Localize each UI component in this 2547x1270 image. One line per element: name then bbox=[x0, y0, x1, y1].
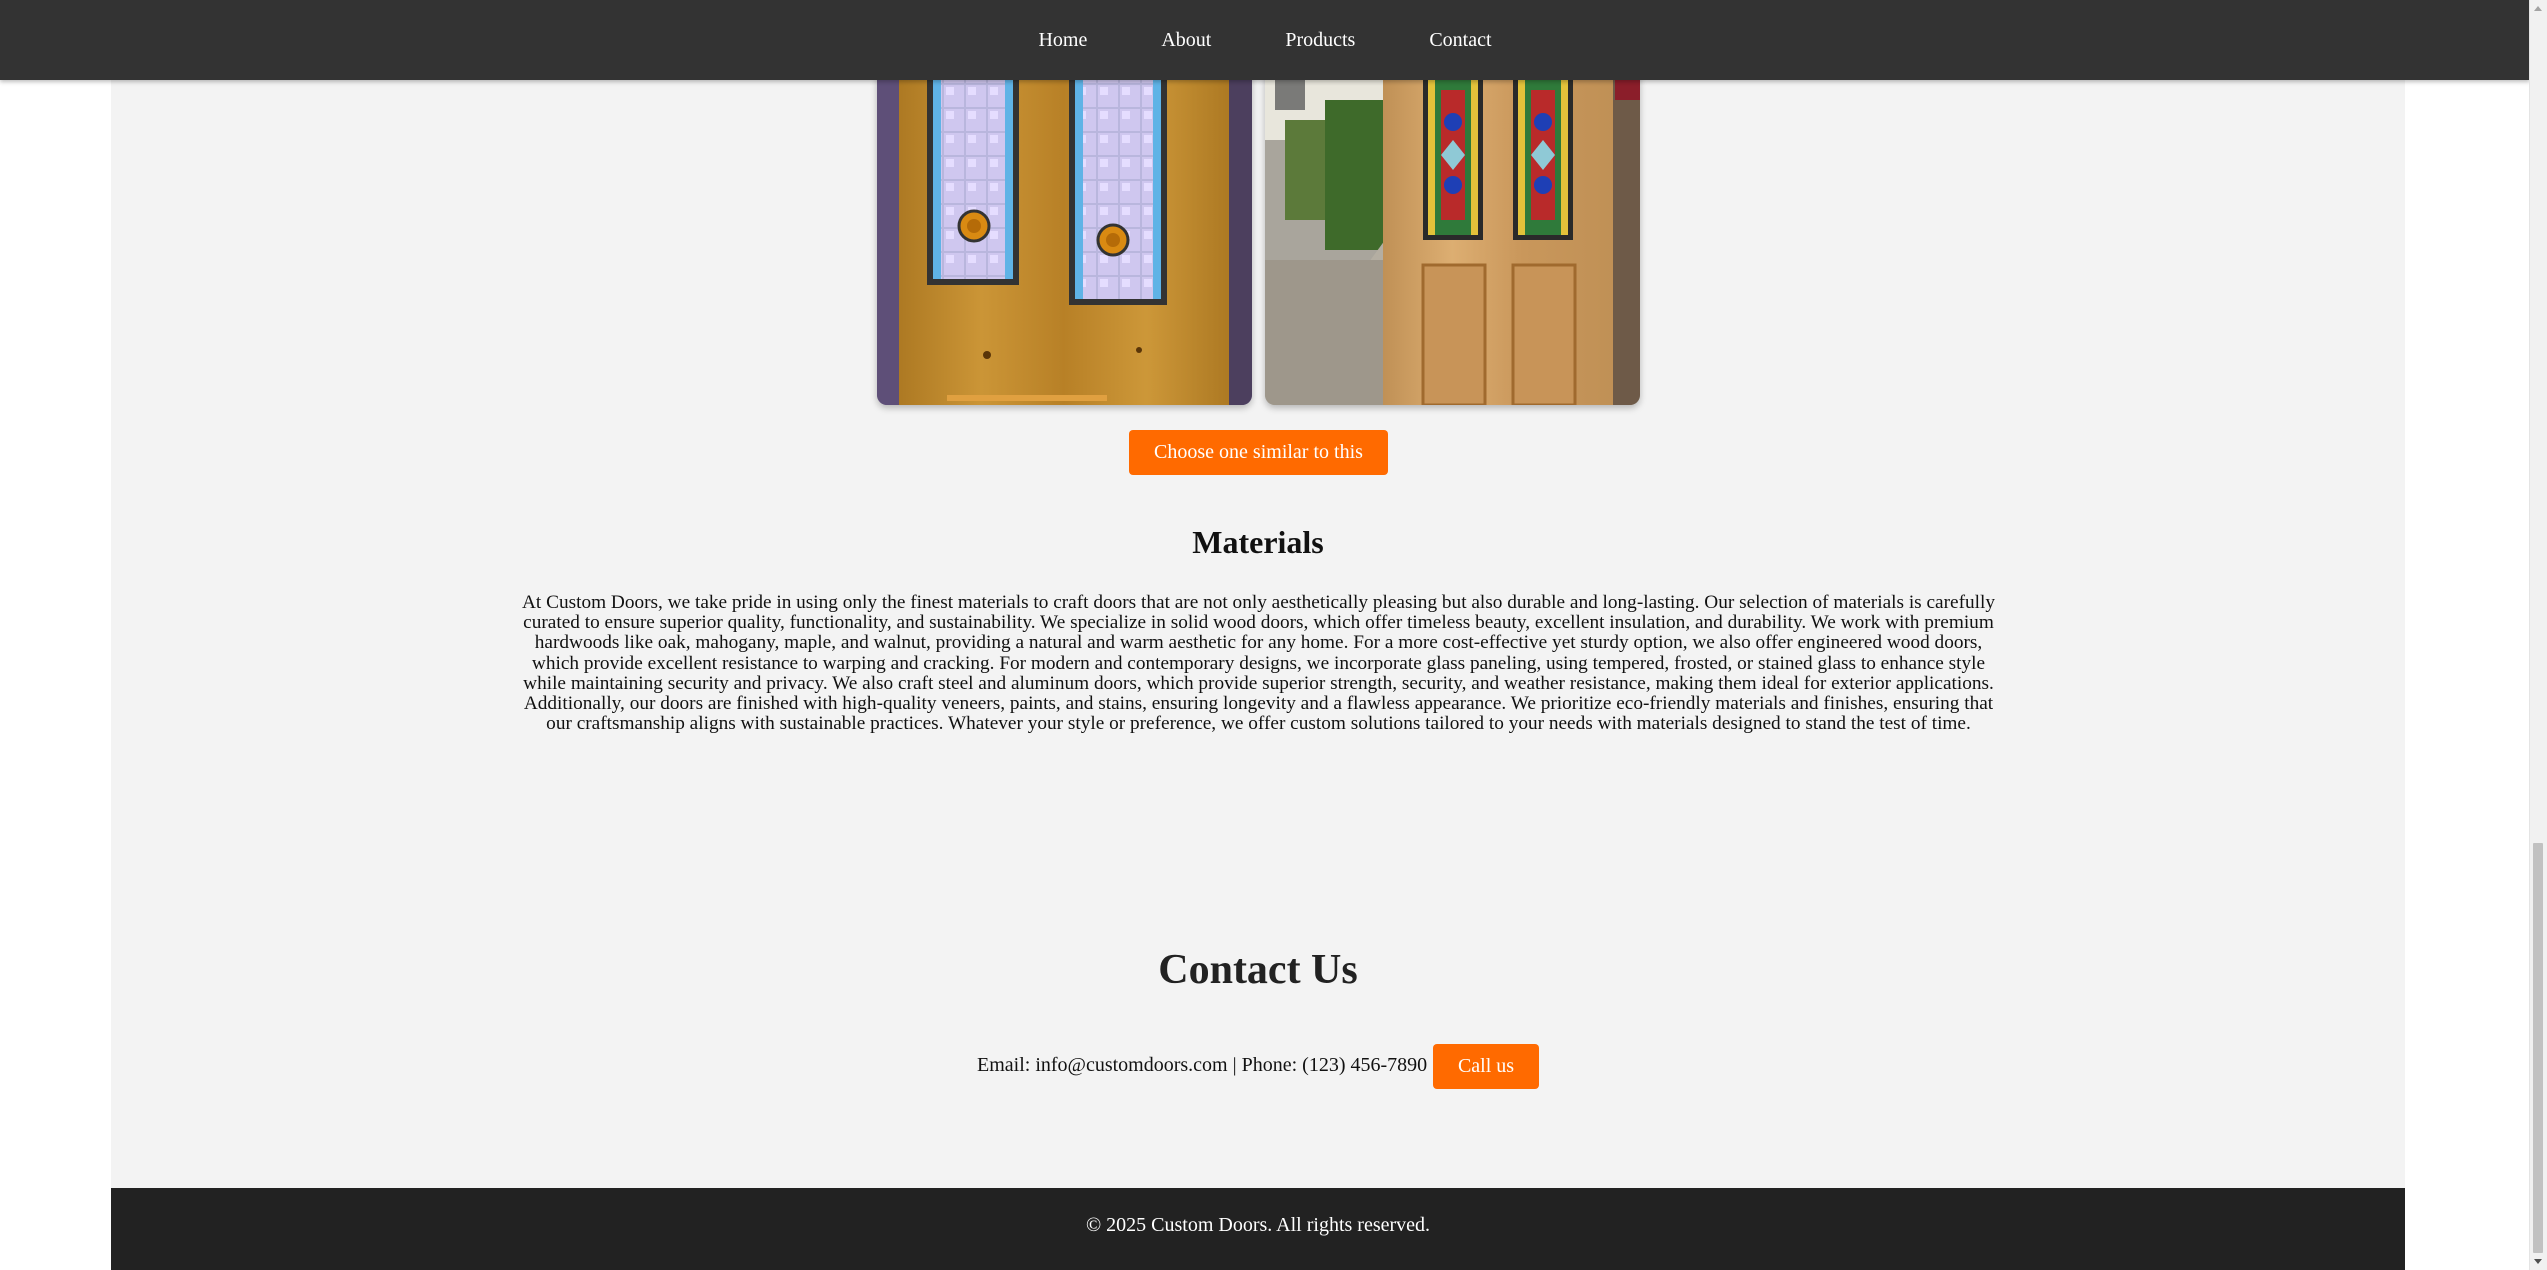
copyright-text: © 2025 Custom Doors. All rights reserved… bbox=[1085, 1214, 1431, 1236]
scroll-up-icon[interactable] bbox=[2534, 6, 2542, 11]
stained-glass-door-photo bbox=[877, 60, 1252, 405]
stained-glass-door-photo bbox=[1265, 60, 1640, 405]
nav-menu: Home About Products Contact bbox=[0, 0, 2530, 80]
contact-heading: Contact Us bbox=[1158, 947, 1358, 993]
nav-contact-link[interactable]: Contact bbox=[1392, 29, 1528, 52]
nav-home-link[interactable]: Home bbox=[1001, 29, 1124, 52]
scrollbar-thumb[interactable] bbox=[2533, 843, 2543, 1253]
choose-similar-button[interactable]: Choose one similar to this bbox=[1129, 430, 1388, 475]
call-us-button[interactable]: Call us bbox=[1433, 1044, 1539, 1089]
materials-description: At Custom Doors, we take pride in using … bbox=[521, 592, 1996, 735]
nav-about-link[interactable]: About bbox=[1124, 29, 1248, 52]
footer: © 2025 Custom Doors. All rights reserved… bbox=[111, 1188, 2405, 1270]
contact-details: Email: info@customdoors.com | Phone: (12… bbox=[977, 1054, 1428, 1076]
materials-heading: Materials bbox=[1192, 524, 1324, 560]
scroll-down-icon[interactable] bbox=[2534, 1259, 2542, 1264]
top-navbar: Home About Products Contact bbox=[0, 0, 2530, 80]
nav-products-link[interactable]: Products bbox=[1248, 29, 1392, 52]
door-image-left[interactable] bbox=[877, 60, 1252, 405]
vertical-scrollbar[interactable] bbox=[2529, 0, 2547, 1270]
door-image-right[interactable] bbox=[1265, 60, 1640, 405]
